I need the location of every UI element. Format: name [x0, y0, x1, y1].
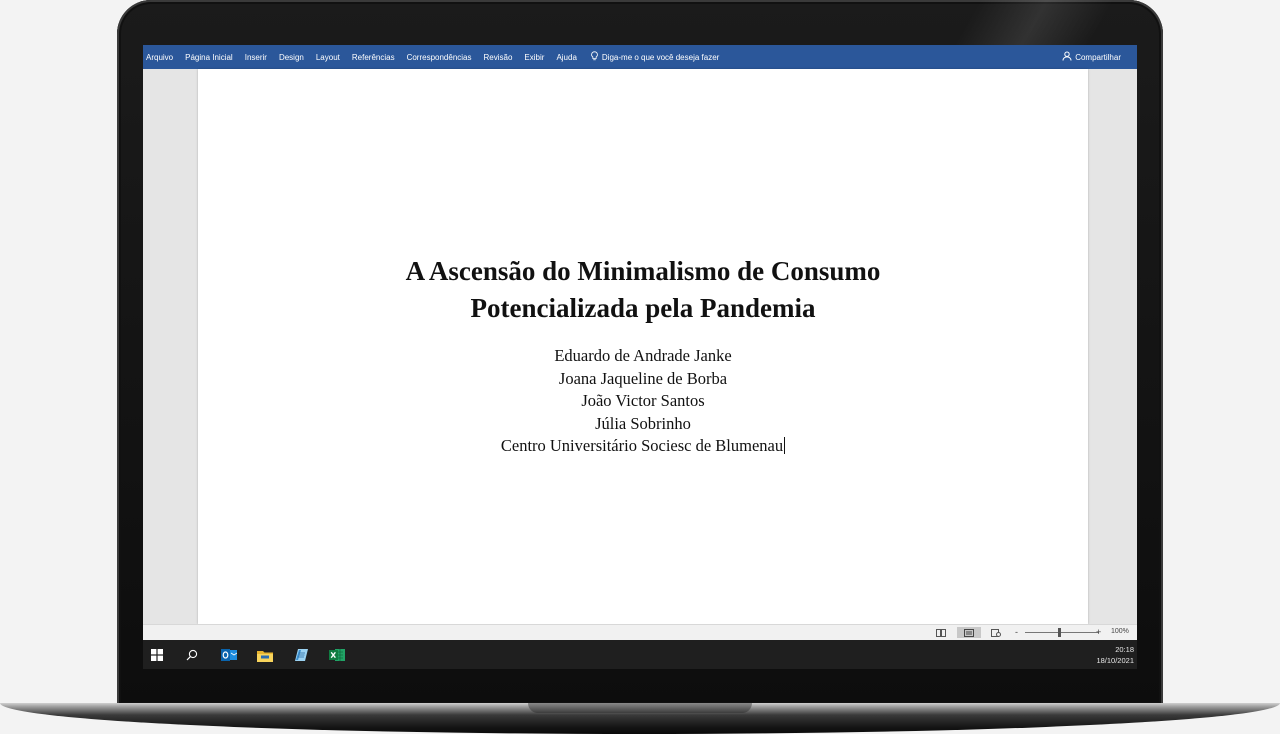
tab-ajuda[interactable]: Ajuda	[553, 53, 585, 62]
tell-me-text: Diga-me o que você deseja fazer	[601, 52, 720, 62]
tab-revisao[interactable]: Revisão	[481, 53, 522, 62]
document-body: A Ascensão do Minimalismo de Consumo Pot…	[198, 253, 1088, 458]
institution-line: Centro Universitário Sociesc de Blumenau	[198, 435, 1088, 458]
search-icon[interactable]	[184, 647, 200, 663]
title-line-1: A Ascensão do Minimalismo de Consumo	[405, 256, 881, 286]
tab-referencias[interactable]: Referências	[349, 53, 404, 62]
zoom-in-button[interactable]: +	[1096, 627, 1101, 637]
tell-me-box[interactable]: Diga-me o que você deseja fazer	[590, 51, 719, 63]
tab-pagina-inicial[interactable]: Página Inicial	[182, 53, 242, 62]
author-3: João Victor Santos	[581, 391, 705, 410]
author-4: Júlia Sobrinho	[595, 413, 691, 433]
ribbon-tab-bar: Arquivo Página Inicial Inserir Design La…	[143, 45, 1137, 69]
tab-arquivo[interactable]: Arquivo	[143, 53, 182, 62]
notepad-icon[interactable]	[292, 647, 308, 663]
print-layout-icon[interactable]	[957, 627, 981, 638]
outlook-icon[interactable]	[221, 647, 237, 663]
share-label: Compartilhar	[1075, 52, 1121, 62]
web-layout-icon[interactable]	[989, 627, 1003, 638]
zoom-level[interactable]: 100%	[1111, 628, 1129, 635]
author-1: Eduardo de Andrade Janke	[554, 346, 732, 365]
document-page[interactable]: A Ascensão do Minimalismo de Consumo Pot…	[198, 69, 1088, 624]
person-icon	[1062, 51, 1072, 63]
author-block: Eduardo de Andrade Janke Joana Jaqueline…	[198, 345, 1088, 458]
zoom-out-button[interactable]: -	[1015, 627, 1018, 637]
read-mode-icon[interactable]	[934, 627, 948, 638]
laptop-hinge-notch	[528, 703, 752, 713]
zoom-slider-thumb[interactable]	[1058, 628, 1061, 637]
laptop-screen: Arquivo Página Inicial Inserir Design La…	[143, 45, 1137, 669]
tab-inserir[interactable]: Inserir	[242, 53, 276, 62]
taskbar: 20:18 18/10/2021	[143, 640, 1137, 669]
tab-layout[interactable]: Layout	[313, 53, 349, 62]
zoom-slider-track[interactable]	[1025, 632, 1099, 633]
clock-time: 20:18	[1115, 645, 1134, 654]
text-cursor	[784, 437, 786, 454]
status-bar: - + 100%	[143, 624, 1137, 641]
lightbulb-icon	[590, 51, 599, 63]
title-line-2: Potencializada pela Pandemia	[470, 293, 816, 323]
clock-date: 18/10/2021	[1096, 656, 1134, 665]
document-area: A Ascensão do Minimalismo de Consumo Pot…	[143, 69, 1137, 624]
excel-icon[interactable]	[329, 647, 345, 663]
tab-design[interactable]: Design	[276, 53, 313, 62]
system-clock[interactable]: 20:18 18/10/2021	[1096, 644, 1134, 666]
tab-exibir[interactable]: Exibir	[521, 53, 553, 62]
windows-start-icon[interactable]	[149, 647, 165, 663]
author-2: Joana Jaqueline de Borba	[558, 368, 728, 388]
institution: Centro Universitário Sociesc de Blumenau	[500, 436, 784, 455]
file-explorer-icon[interactable]	[257, 647, 273, 663]
share-button[interactable]: Compartilhar	[1062, 45, 1121, 69]
tab-correspondencias[interactable]: Correspondências	[404, 53, 481, 62]
